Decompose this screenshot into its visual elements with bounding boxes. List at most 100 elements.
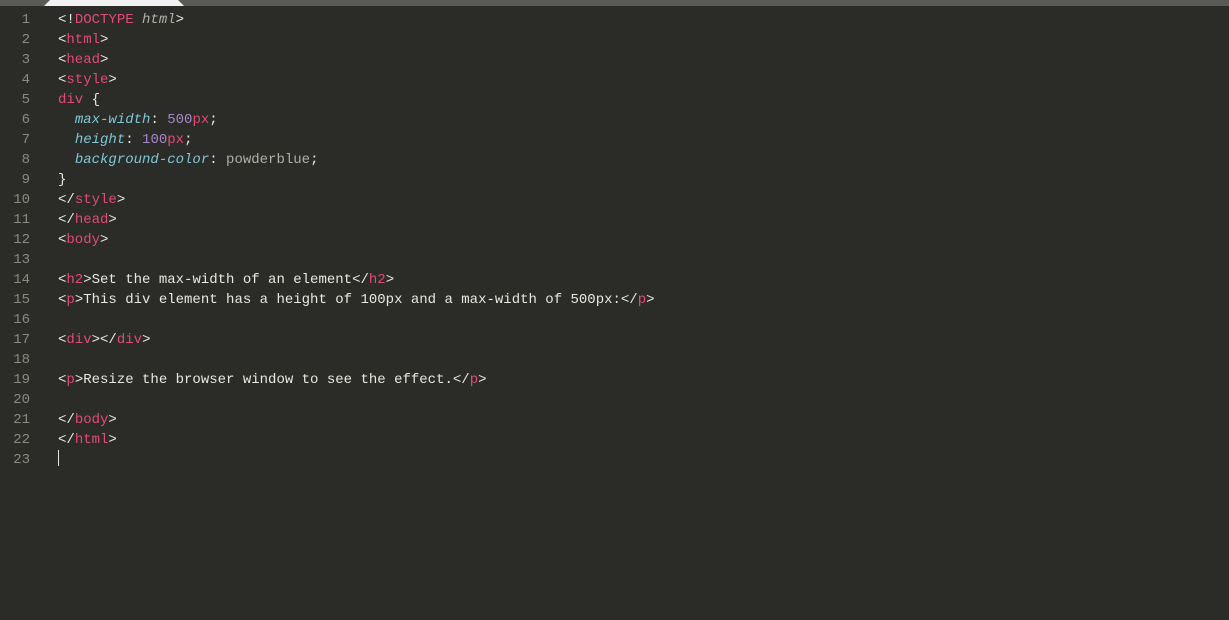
code-line[interactable]: <style> bbox=[58, 70, 1229, 90]
token: 500 bbox=[167, 112, 192, 128]
token: { bbox=[83, 92, 100, 108]
token: > bbox=[117, 192, 125, 208]
line-number: 17 bbox=[0, 330, 44, 350]
line-number: 21 bbox=[0, 410, 44, 430]
code-line[interactable] bbox=[58, 350, 1229, 370]
token: </ bbox=[352, 272, 369, 288]
token: > bbox=[142, 332, 150, 348]
token: <! bbox=[58, 12, 75, 28]
text-cursor bbox=[58, 450, 59, 466]
token: html bbox=[66, 32, 100, 48]
line-number: 10 bbox=[0, 190, 44, 210]
code-line[interactable]: background-color: powderblue; bbox=[58, 150, 1229, 170]
token: > bbox=[100, 32, 108, 48]
token bbox=[58, 152, 75, 168]
token: px bbox=[192, 112, 209, 128]
line-number: 3 bbox=[0, 50, 44, 70]
code-line[interactable]: <!DOCTYPE html> bbox=[58, 10, 1229, 30]
token: p bbox=[470, 372, 478, 388]
token: </ bbox=[58, 432, 75, 448]
token: px bbox=[167, 132, 184, 148]
token: > bbox=[108, 72, 116, 88]
token: </ bbox=[621, 292, 638, 308]
line-number: 12 bbox=[0, 230, 44, 250]
line-number: 14 bbox=[0, 270, 44, 290]
line-number: 7 bbox=[0, 130, 44, 150]
token: </ bbox=[58, 192, 75, 208]
line-number: 13 bbox=[0, 250, 44, 270]
token: } bbox=[58, 172, 66, 188]
token: max-width bbox=[75, 112, 151, 128]
code-line[interactable]: div { bbox=[58, 90, 1229, 110]
line-number: 5 bbox=[0, 90, 44, 110]
token: style bbox=[75, 192, 117, 208]
token: head bbox=[66, 52, 100, 68]
token: powderblue bbox=[226, 152, 310, 168]
code-line[interactable]: <h2>Set the max-width of an element</h2> bbox=[58, 270, 1229, 290]
code-area[interactable]: <!DOCTYPE html><html><head><style>div { … bbox=[44, 6, 1229, 620]
token: > bbox=[386, 272, 394, 288]
line-number: 18 bbox=[0, 350, 44, 370]
token: height bbox=[75, 132, 125, 148]
token: h2 bbox=[66, 272, 83, 288]
line-number: 1 bbox=[0, 10, 44, 30]
code-editor[interactable]: 1234567891011121314151617181920212223 <!… bbox=[0, 6, 1229, 620]
code-line[interactable]: </body> bbox=[58, 410, 1229, 430]
line-number: 22 bbox=[0, 430, 44, 450]
line-number: 16 bbox=[0, 310, 44, 330]
token: > bbox=[478, 372, 486, 388]
code-line[interactable] bbox=[58, 250, 1229, 270]
token: </ bbox=[58, 412, 75, 428]
line-number: 11 bbox=[0, 210, 44, 230]
token: h2 bbox=[369, 272, 386, 288]
code-line[interactable]: <p>Resize the browser window to see the … bbox=[58, 370, 1229, 390]
token: > bbox=[75, 372, 83, 388]
line-number: 15 bbox=[0, 290, 44, 310]
token: ; bbox=[209, 112, 217, 128]
line-number: 9 bbox=[0, 170, 44, 190]
line-number: 20 bbox=[0, 390, 44, 410]
code-line[interactable]: <div></div> bbox=[58, 330, 1229, 350]
token: style bbox=[66, 72, 108, 88]
code-line[interactable]: height: 100px; bbox=[58, 130, 1229, 150]
line-number: 8 bbox=[0, 150, 44, 170]
token: : bbox=[150, 112, 167, 128]
token: > bbox=[83, 272, 91, 288]
token: p bbox=[66, 292, 74, 308]
code-line[interactable]: </head> bbox=[58, 210, 1229, 230]
token: background-color bbox=[75, 152, 209, 168]
code-line[interactable]: <head> bbox=[58, 50, 1229, 70]
token: Set the max-width of an element bbox=[92, 272, 352, 288]
token: </ bbox=[453, 372, 470, 388]
token: DOCTYPE bbox=[75, 12, 134, 28]
token: > bbox=[100, 52, 108, 68]
code-line[interactable]: } bbox=[58, 170, 1229, 190]
code-line[interactable]: </html> bbox=[58, 430, 1229, 450]
token: Resize the browser window to see the eff… bbox=[83, 372, 453, 388]
token: p bbox=[638, 292, 646, 308]
code-line[interactable]: <html> bbox=[58, 30, 1229, 50]
token: ; bbox=[310, 152, 318, 168]
code-line[interactable]: max-width: 500px; bbox=[58, 110, 1229, 130]
code-line[interactable]: <body> bbox=[58, 230, 1229, 250]
code-line[interactable] bbox=[58, 390, 1229, 410]
code-line[interactable]: </style> bbox=[58, 190, 1229, 210]
token: > bbox=[176, 12, 184, 28]
token: div bbox=[66, 332, 91, 348]
token: This div element has a height of 100px a… bbox=[83, 292, 621, 308]
code-line[interactable] bbox=[58, 310, 1229, 330]
token: p bbox=[66, 372, 74, 388]
code-line[interactable] bbox=[58, 450, 1229, 470]
token: > bbox=[108, 412, 116, 428]
token: body bbox=[75, 412, 109, 428]
token: > bbox=[108, 212, 116, 228]
token: div bbox=[58, 92, 83, 108]
token bbox=[58, 132, 75, 148]
token: > bbox=[108, 432, 116, 448]
token: div bbox=[117, 332, 142, 348]
code-line[interactable]: <p>This div element has a height of 100p… bbox=[58, 290, 1229, 310]
token: head bbox=[75, 212, 109, 228]
token: html bbox=[75, 432, 109, 448]
line-number: 23 bbox=[0, 450, 44, 470]
token: html bbox=[134, 12, 176, 28]
